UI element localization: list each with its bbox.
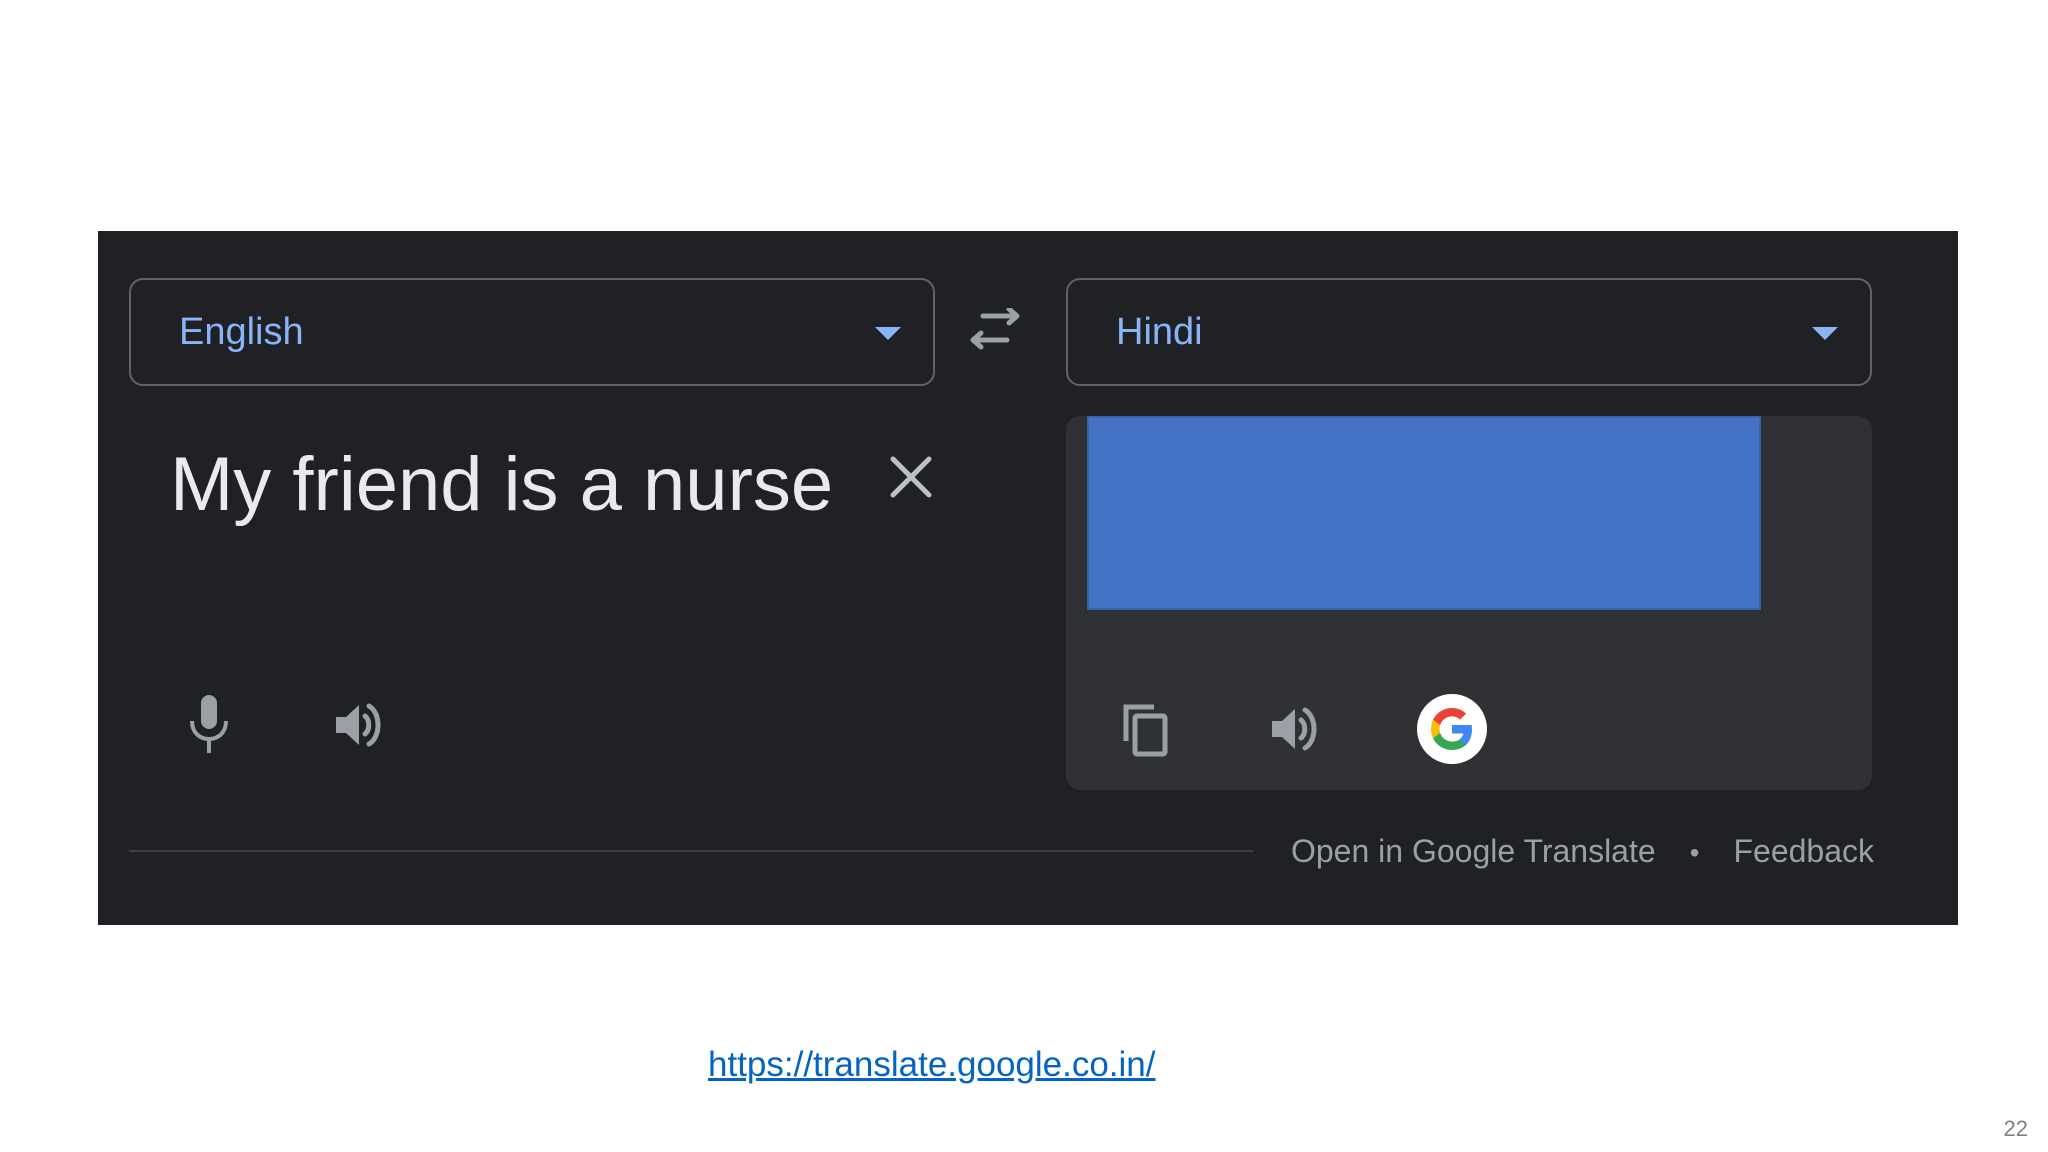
chevron-down-icon — [1812, 327, 1838, 340]
translate-widget: English Hindi My friend is a nurse Open … — [98, 231, 1958, 925]
close-icon[interactable] — [889, 455, 933, 499]
source-language-label: English — [179, 311, 304, 353]
chevron-down-icon — [875, 327, 901, 340]
speaker-icon[interactable] — [332, 697, 388, 753]
source-text-input[interactable]: My friend is a nurse — [170, 441, 833, 528]
source-url-link[interactable]: https://translate.google.co.in/ — [708, 1045, 1156, 1085]
page-number: 22 — [2003, 1116, 2028, 1141]
divider — [129, 850, 1253, 852]
speaker-icon[interactable] — [1268, 701, 1324, 757]
translation-output — [1066, 416, 1872, 790]
copy-icon[interactable] — [1120, 701, 1170, 757]
swap-languages-icon[interactable] — [969, 306, 1021, 356]
target-language-select[interactable]: Hindi — [1066, 278, 1872, 386]
slide: English Hindi My friend is a nurse Open … — [0, 0, 2048, 1152]
footer-separator: • — [1689, 837, 1700, 868]
feedback-link[interactable]: Feedback — [1733, 833, 1874, 869]
google-logo-icon[interactable] — [1417, 694, 1487, 764]
target-language-label: Hindi — [1116, 311, 1203, 353]
source-language-select[interactable]: English — [129, 278, 935, 386]
redacted-translation — [1087, 416, 1761, 610]
widget-footer: Open in Google Translate • Feedback — [1291, 828, 1874, 876]
microphone-icon[interactable] — [186, 693, 232, 755]
open-in-google-translate-link[interactable]: Open in Google Translate — [1291, 833, 1656, 869]
